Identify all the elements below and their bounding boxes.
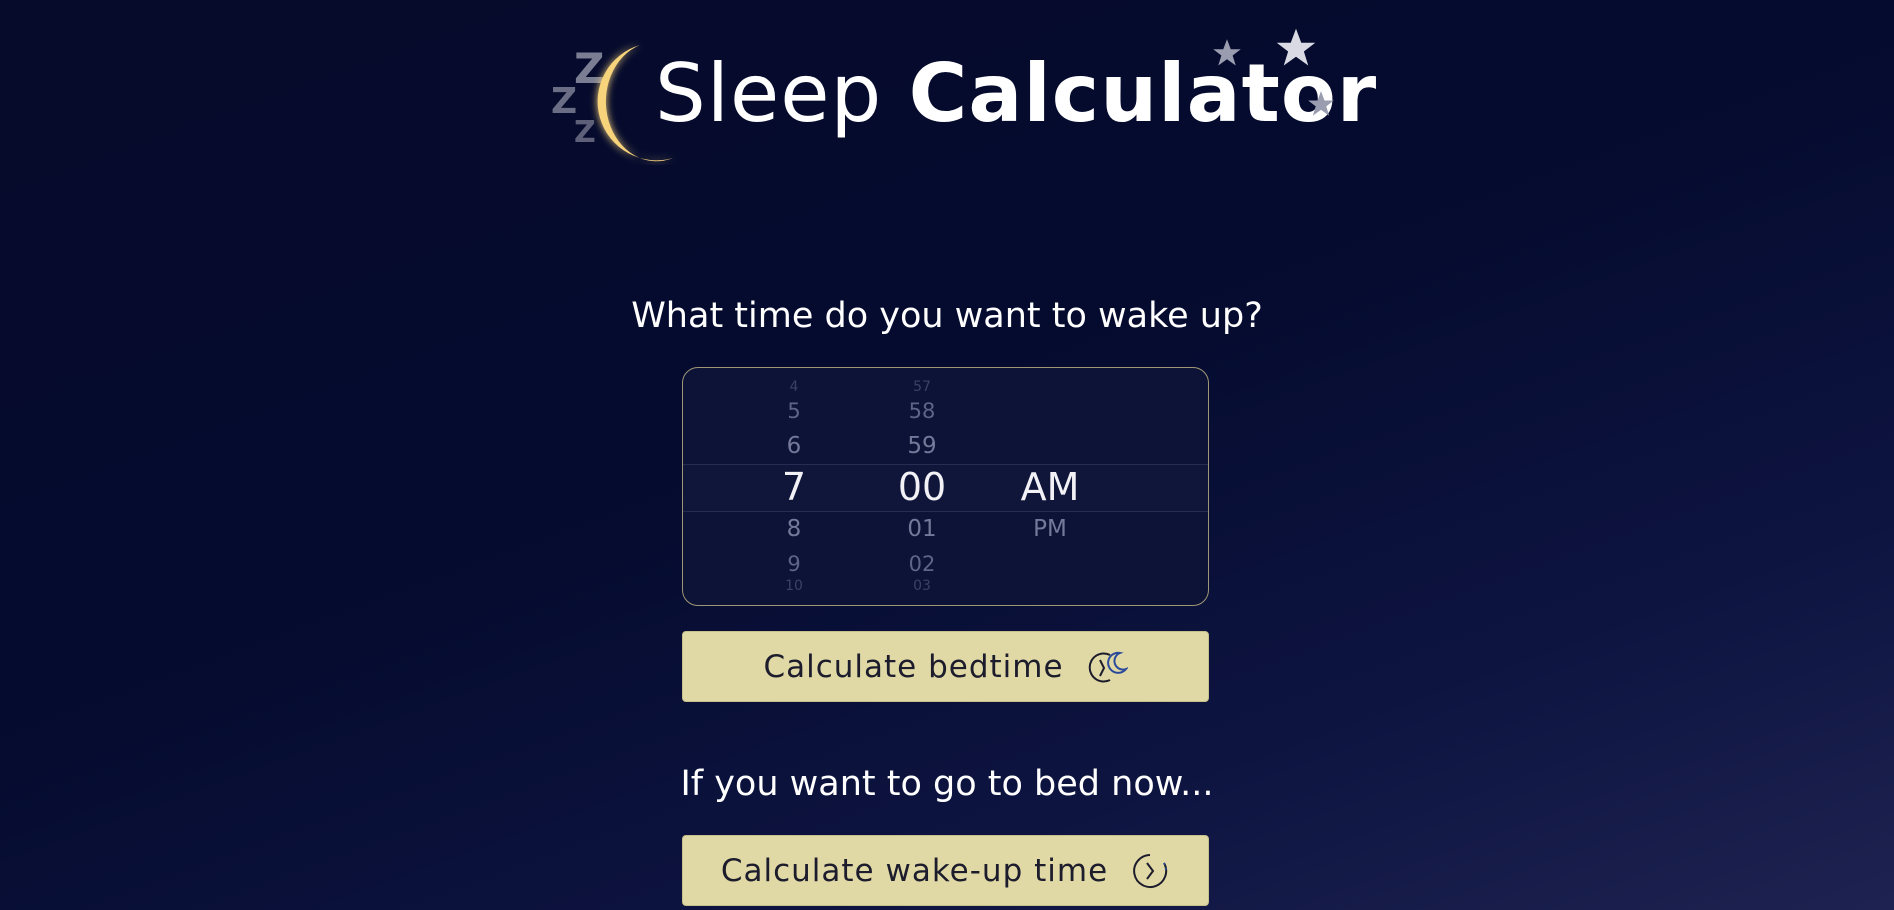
minute-column[interactable]: 57 58 59 00 01 02 03 — [887, 368, 957, 605]
hour-option[interactable]: 5 — [759, 401, 829, 422]
time-picker[interactable]: 4 5 6 7 8 9 10 57 58 59 00 01 02 03 AM P… — [682, 367, 1209, 606]
calculate-wakeup-button[interactable]: Calculate wake-up time — [682, 835, 1209, 906]
title-light: Sleep — [655, 47, 883, 140]
wake-question: What time do you want to wake up? — [631, 296, 1263, 336]
clock-moon-icon — [1086, 649, 1128, 685]
star-icon — [1308, 91, 1334, 116]
hour-option[interactable]: 9 — [759, 554, 829, 575]
minute-option[interactable]: 03 — [887, 579, 957, 593]
hour-option[interactable]: 10 — [759, 579, 829, 593]
hour-option[interactable]: 4 — [759, 380, 829, 394]
bed-now-question: If you want to go to bed now... — [680, 764, 1214, 804]
calculate-bedtime-button[interactable]: Calculate bedtime — [682, 631, 1209, 702]
period-option[interactable]: PM — [1015, 518, 1085, 541]
star-icon — [1213, 39, 1241, 66]
minute-option[interactable]: 57 — [887, 380, 957, 394]
minute-option[interactable]: 02 — [887, 554, 957, 575]
minute-option[interactable]: 01 — [887, 518, 957, 541]
app-logo: Z Z Z Sleep Calculator — [0, 0, 1894, 180]
hour-option[interactable]: 8 — [759, 518, 829, 541]
app-title: Sleep Calculator — [655, 46, 1377, 142]
hour-column[interactable]: 4 5 6 7 8 9 10 — [759, 368, 829, 605]
period-column[interactable]: AM PM — [1015, 368, 1085, 605]
star-icon — [1276, 28, 1316, 66]
minute-option[interactable]: 59 — [887, 435, 957, 458]
clock-arrow-icon — [1130, 851, 1170, 891]
hour-selected[interactable]: 7 — [759, 468, 829, 506]
period-selected[interactable]: AM — [1015, 468, 1085, 506]
minute-selected[interactable]: 00 — [887, 468, 957, 506]
hour-option[interactable]: 6 — [759, 435, 829, 458]
calculate-wakeup-label: Calculate wake-up time — [720, 852, 1109, 889]
minute-option[interactable]: 58 — [887, 401, 957, 422]
calculate-bedtime-label: Calculate bedtime — [763, 648, 1064, 685]
